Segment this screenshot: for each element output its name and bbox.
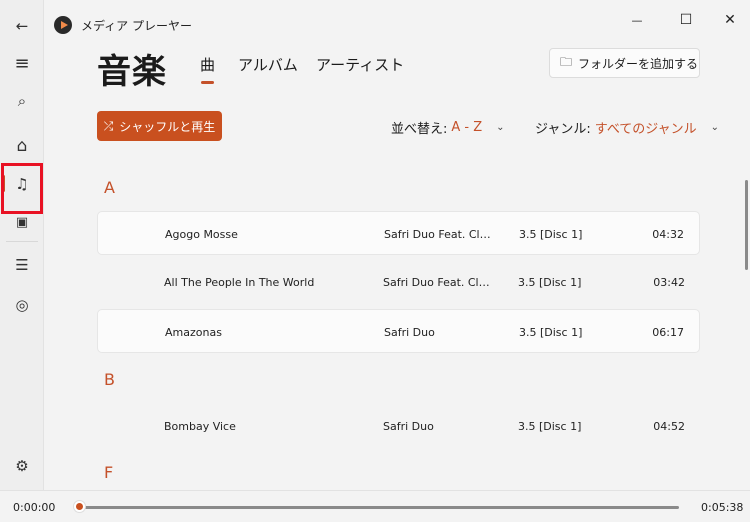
minimize-button[interactable]: — <box>614 6 660 34</box>
song-row[interactable]: Bombay Vice Safri Duo 3.5 [Disc 1] 04:52 <box>97 404 700 448</box>
search-button[interactable]: ⌕ <box>0 83 44 119</box>
film-icon: ▣ <box>15 214 29 230</box>
song-title: Agogo Mosse <box>165 228 238 241</box>
add-folder-label: フォルダーを追加する <box>578 56 699 71</box>
shuffle-play-button[interactable]: ⤮ シャッフルと再生 <box>97 111 222 141</box>
song-artist[interactable]: Safri Duo <box>383 420 495 433</box>
song-duration: 06:17 <box>652 326 684 339</box>
song-album[interactable]: 3.5 [Disc 1] <box>519 228 582 241</box>
nav-playlists[interactable]: ◎ <box>0 287 44 323</box>
sort-value: A - Z <box>451 120 483 135</box>
group-header-f[interactable]: F <box>104 463 113 482</box>
song-artist[interactable]: Safri Duo Feat. Clark... <box>384 228 496 241</box>
nav-play-queue[interactable]: ☰ <box>0 247 44 283</box>
song-duration: 04:32 <box>652 228 684 241</box>
search-icon: ⌕ <box>17 92 27 110</box>
close-button[interactable]: ✕ <box>707 6 750 34</box>
scrollbar-thumb[interactable] <box>745 180 748 270</box>
rail-divider <box>6 241 38 242</box>
app-title: メディア プレーヤー <box>81 19 192 33</box>
seek-thumb[interactable] <box>74 501 85 512</box>
highlight-box <box>1 163 43 214</box>
page-title: 音楽 <box>97 52 167 92</box>
song-row[interactable]: Amazonas Safri Duo 3.5 [Disc 1] 06:17 <box>97 309 700 353</box>
shuffle-play-label: シャッフルと再生 <box>119 119 216 134</box>
group-header-b[interactable]: B <box>104 370 115 389</box>
song-title: All The People In The World <box>164 276 315 289</box>
group-header-a[interactable]: A <box>104 178 115 197</box>
song-duration: 04:52 <box>653 420 685 433</box>
genre-label: ジャンル: <box>535 122 591 137</box>
settings-button[interactable]: ⚙ <box>0 448 44 484</box>
song-row[interactable]: All The People In The World Safri Duo Fe… <box>97 260 700 304</box>
gear-icon: ⚙ <box>15 457 29 475</box>
song-title: Amazonas <box>165 326 222 339</box>
sort-dropdown[interactable]: 並べ替え: A - Z ⌄ <box>391 118 505 137</box>
back-arrow-icon: ← <box>15 17 29 35</box>
app-logo-icon <box>54 16 72 34</box>
playlist-icon: ◎ <box>15 296 29 314</box>
playback-bar: 0:00:00 0:05:38 <box>0 490 750 522</box>
sort-label: 並べ替え: <box>391 122 448 137</box>
genre-value: すべてのジャンル <box>594 122 697 137</box>
chevron-down-icon: ⌄ <box>496 122 505 133</box>
song-album[interactable]: 3.5 [Disc 1] <box>519 326 582 339</box>
maximize-icon: ☐ <box>679 12 693 28</box>
nav-rail: ← ≡ ⌕ ⌂ ♫ ▣ ☰ ◎ ⚙ <box>0 0 44 490</box>
shuffle-icon: ⤮ <box>103 118 114 133</box>
close-icon: ✕ <box>724 12 736 28</box>
play-queue-icon: ☰ <box>15 256 29 274</box>
back-button[interactable]: ← <box>0 8 44 44</box>
minimize-icon: — <box>631 13 643 27</box>
song-row[interactable]: Agogo Mosse Safri Duo Feat. Clark... 3.5… <box>97 211 700 255</box>
home-icon: ⌂ <box>16 136 28 156</box>
song-artist[interactable]: Safri Duo <box>384 326 496 339</box>
song-album[interactable]: 3.5 [Disc 1] <box>518 276 581 289</box>
song-title: Bombay Vice <box>164 420 236 433</box>
genre-dropdown[interactable]: ジャンル: すべてのジャンル ⌄ <box>535 118 719 137</box>
tab-songs[interactable]: 曲 <box>200 54 215 84</box>
folder-add-icon: 🗀 <box>560 54 573 69</box>
hamburger-icon: ≡ <box>14 52 30 74</box>
title-bar: メディア プレーヤー — ☐ ✕ <box>44 0 750 40</box>
chevron-down-icon: ⌄ <box>710 122 720 133</box>
seek-track[interactable] <box>80 506 679 509</box>
elapsed-time: 0:00:00 <box>13 501 56 514</box>
song-album[interactable]: 3.5 [Disc 1] <box>518 420 581 433</box>
add-folder-button[interactable]: 🗀 フォルダーを追加する <box>549 48 700 78</box>
total-time: 0:05:38 <box>701 501 744 514</box>
menu-button[interactable]: ≡ <box>0 45 44 81</box>
song-duration: 03:42 <box>653 276 685 289</box>
song-artist[interactable]: Safri Duo Feat. Clark... <box>383 276 495 289</box>
nav-home[interactable]: ⌂ <box>0 128 44 164</box>
tab-albums[interactable]: アルバム <box>238 54 298 75</box>
tab-artists[interactable]: アーティスト <box>316 54 404 75</box>
maximize-button[interactable]: ☐ <box>663 6 709 34</box>
